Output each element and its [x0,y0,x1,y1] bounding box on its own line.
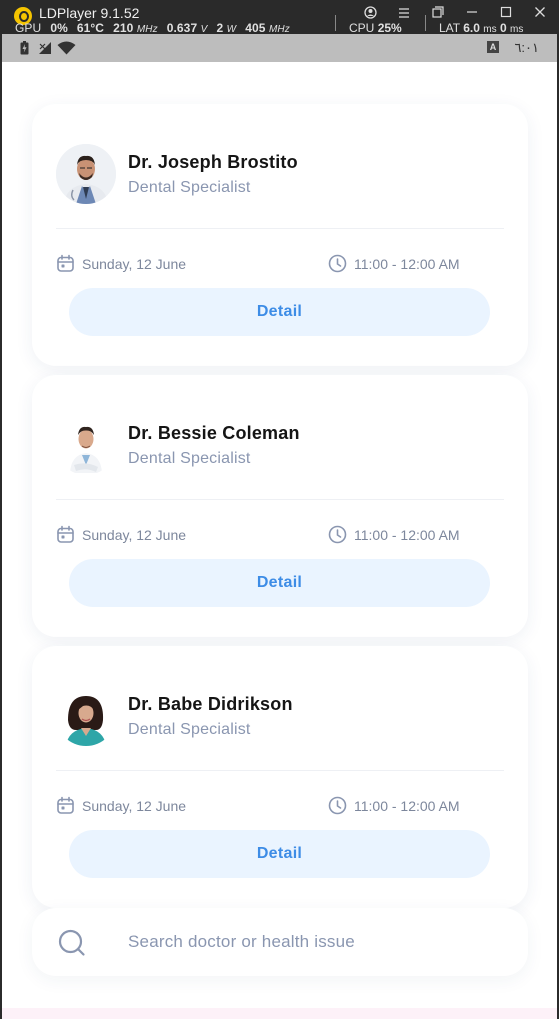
clock-icon [328,796,347,815]
doctor-specialty: Dental Specialist [128,179,251,196]
appointment-date: Sunday, 12 June [56,525,186,544]
appointment-time: 11:00 - 12:00 AM [328,254,460,273]
doctor-avatar[interactable] [56,686,116,746]
restore-window-icon[interactable] [431,6,445,22]
appointments-screen: Dr. Joseph Brostito Dental Specialist Su… [2,62,557,1008]
performance-stats: GPU 0% 61°C 210 MHz 0.637 V2 W 405 MHz [15,21,290,35]
close-icon[interactable] [533,6,547,22]
calendar-icon [57,525,74,543]
doctor-specialty: Dental Specialist [128,450,251,467]
detail-button[interactable]: Detail [69,559,490,607]
doctor-name: Dr. Babe Didrikson [128,694,293,714]
doctor-specialty: Dental Specialist [128,721,251,738]
search-bar[interactable] [32,908,528,976]
clock-icon [328,254,347,273]
stats-divider [335,15,336,31]
appointment-date: Sunday, 12 June [56,254,186,273]
account-icon[interactable] [363,6,377,22]
minimize-icon[interactable] [465,6,479,22]
cpu-stat: CPU 25% [349,21,402,35]
doctor-avatar[interactable] [56,144,116,204]
accessibility-badge: A [487,41,499,53]
calendar-icon [57,254,74,272]
detail-button[interactable]: Detail [69,830,490,878]
doctor-avatar[interactable] [56,415,116,475]
window-title: LDPlayer 9.1.52 [39,5,140,21]
appointment-card: Dr. Joseph Brostito Dental Specialist Su… [32,104,528,366]
clock-icon [328,525,347,544]
appointment-card: Dr. Babe Didrikson Dental Specialist Sun… [32,646,528,908]
search-input[interactable] [128,928,488,956]
card-divider [56,228,504,229]
status-time: ٦:٠١ [514,40,539,55]
appointment-time: 11:00 - 12:00 AM [328,796,460,815]
doctor-name: Dr. Joseph Brostito [128,152,298,172]
appointment-date: Sunday, 12 June [56,796,186,815]
android-status-bar: A ٦:٠١ [2,34,557,62]
card-divider [56,770,504,771]
search-icon [58,929,85,956]
maximize-icon[interactable] [499,6,513,22]
signal-off-icon [39,42,51,54]
battery-charging-icon [20,41,29,55]
calendar-icon [57,796,74,814]
card-divider [56,499,504,500]
wifi-icon [57,41,76,55]
emulator-title-bar: LDPlayer 9.1.52 GPU 0% 61°C 210 MHz 0.637 V2… [0,0,559,35]
detail-button[interactable]: Detail [69,288,490,336]
doctor-name: Dr. Bessie Coleman [128,423,300,443]
appointment-card: Dr. Bessie Coleman Dental Specialist Sun… [32,375,528,637]
appointment-time: 11:00 - 12:00 AM [328,525,460,544]
window-controls [363,6,547,22]
bottom-edge [2,1008,557,1019]
latency-stat: LAT 6.0 ms 0 ms [439,21,524,35]
menu-icon[interactable] [397,6,411,22]
